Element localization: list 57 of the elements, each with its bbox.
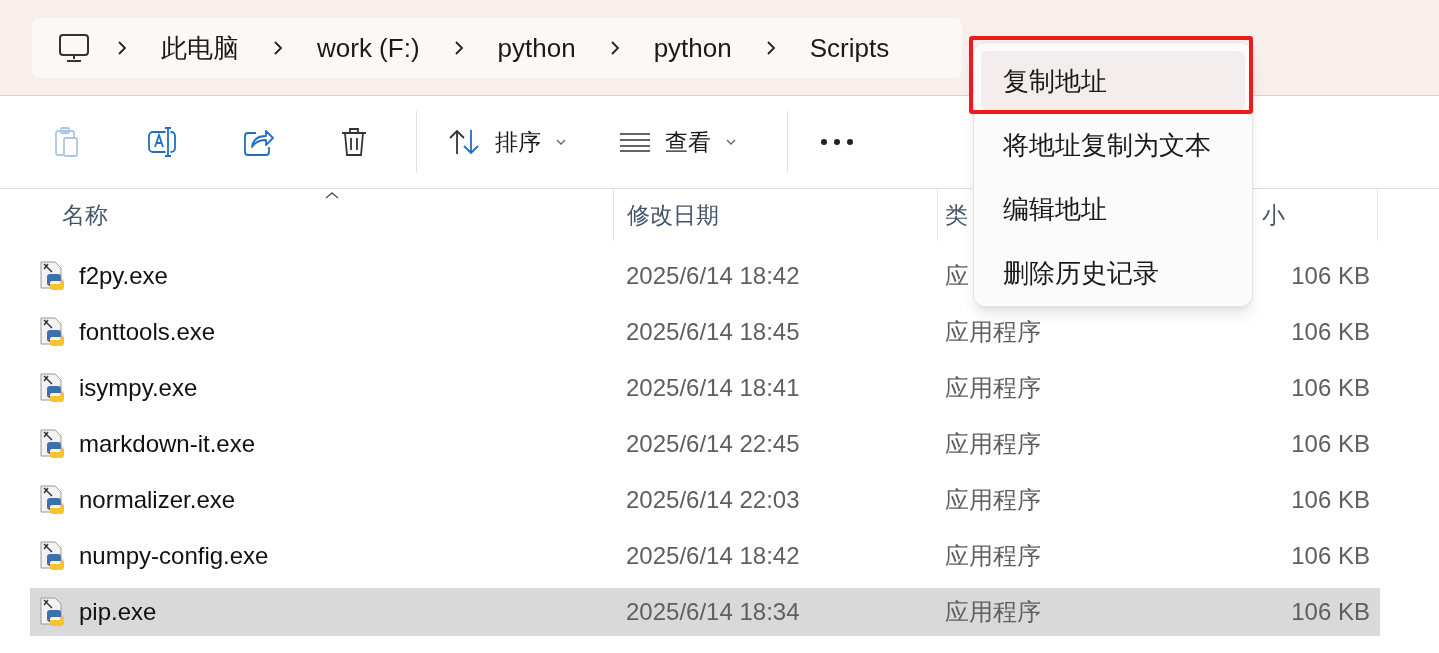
column-header[interactable]: 名称 <box>62 197 108 233</box>
chevron-right-icon[interactable] <box>608 39 621 57</box>
file-name: numpy-config.exe <box>79 541 269 571</box>
column-header[interactable]: 小 <box>1262 197 1285 233</box>
breadcrumb-item[interactable]: 此电脑 <box>161 28 239 68</box>
address-bar[interactable]: 此电脑 work (F:) python python Scripts <box>32 18 962 78</box>
file-type: 应 <box>945 262 969 289</box>
menu-item[interactable]: 将地址复制为文本 <box>981 115 1245 175</box>
file-name: isympy.exe <box>79 373 198 403</box>
modified-date: 2025/6/14 18:42 <box>626 542 800 569</box>
file-name: markdown-it.exe <box>79 429 256 459</box>
file-size: 106 KB <box>1291 429 1370 459</box>
file-type: 应用程序 <box>945 318 1041 345</box>
column-header[interactable]: 类 <box>945 197 968 233</box>
modified-date: 2025/6/14 18:45 <box>626 318 800 345</box>
file-type: 应用程序 <box>945 486 1041 513</box>
file-name: normalizer.exe <box>79 485 236 515</box>
view-lines-icon <box>619 132 651 152</box>
file-size: 106 KB <box>1291 597 1370 627</box>
caret-icon <box>725 138 737 146</box>
chevron-right-icon[interactable] <box>452 39 465 57</box>
file-row[interactable]: pip.exe 2025/6/14 18:34 应用程序 106 KB <box>30 588 1380 636</box>
view-button[interactable]: 查看 <box>603 117 753 167</box>
chevron-right-icon[interactable] <box>116 39 128 57</box>
file-size: 106 KB <box>1291 541 1370 571</box>
file-size: 106 KB <box>1291 373 1370 403</box>
more-icon <box>820 138 854 146</box>
file-name: pip.exe <box>79 597 157 627</box>
file-type: 应用程序 <box>945 430 1041 457</box>
column-header[interactable]: 修改日期 <box>627 197 719 233</box>
modified-date: 2025/6/14 18:41 <box>626 374 800 401</box>
breadcrumb-item[interactable]: Scripts <box>809 28 890 68</box>
file-size: 106 KB <box>1291 317 1370 347</box>
file-size: 106 KB <box>1291 485 1370 515</box>
computer-icon <box>58 33 90 63</box>
caret-icon <box>555 138 567 146</box>
sort-button[interactable]: 排序 <box>431 117 583 167</box>
modified-date: 2025/6/14 22:03 <box>626 486 800 513</box>
rename-icon <box>145 125 179 159</box>
file-size: 106 KB <box>1291 261 1370 291</box>
menu-item[interactable]: 复制地址 <box>981 51 1245 111</box>
file-type: 应用程序 <box>945 374 1041 401</box>
file-type: 应用程序 <box>945 542 1041 569</box>
modified-date: 2025/6/14 22:45 <box>626 430 800 457</box>
breadcrumb-item[interactable]: python <box>653 28 732 68</box>
sort-arrows-icon <box>447 127 481 157</box>
file-type: 应用程序 <box>945 598 1041 625</box>
menu-item[interactable]: 编辑地址 <box>981 179 1245 239</box>
modified-date: 2025/6/14 18:34 <box>626 598 800 625</box>
breadcrumb-item[interactable]: python <box>497 28 576 68</box>
modified-date: 2025/6/14 18:42 <box>626 262 800 289</box>
chevron-right-icon[interactable] <box>764 39 777 57</box>
file-name: f2py.exe <box>79 261 168 291</box>
chevron-right-icon[interactable] <box>272 39 284 57</box>
file-name: fonttools.exe <box>79 317 216 347</box>
breadcrumb-item[interactable]: work (F:) <box>317 28 420 68</box>
sort-caret-icon <box>325 191 339 199</box>
